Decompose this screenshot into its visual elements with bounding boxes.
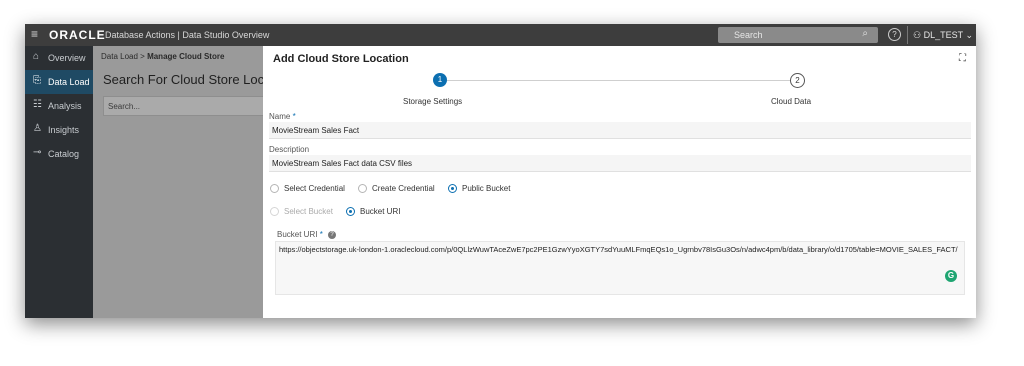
name-label: Name * (269, 112, 296, 121)
background-search-input[interactable]: Search... (103, 96, 265, 116)
user-name: DL_TEST (923, 30, 963, 40)
sidebar-item-overview[interactable]: ⌂ Overview (25, 46, 93, 70)
required-mark: * (292, 112, 296, 121)
sidebar-item-label: Catalog (48, 149, 80, 159)
sidebar-item-insights[interactable]: ♙ Insights (25, 118, 93, 142)
oracle-logo: ORACLE (49, 28, 106, 42)
radio-label: Public Bucket (462, 184, 511, 193)
user-icon: ⚇ (913, 30, 924, 40)
breadcrumb-separator: > (140, 52, 145, 61)
app-window: ≡ ORACLE Database Actions | Data Studio … (25, 24, 976, 318)
sidebar-item-data-load[interactable]: ⎘ Data Load (25, 70, 93, 94)
bucket-uri-label-text: Bucket URI (277, 230, 318, 239)
analysis-icon: ☷ (33, 99, 42, 110)
chevron-down-icon: ⌄ (962, 30, 973, 40)
step-2-indicator[interactable]: 2 (790, 73, 805, 88)
radio-circle-selected (346, 207, 355, 216)
breadcrumb-current: Manage Cloud Store (147, 52, 225, 61)
data-load-icon: ⎘ (33, 75, 41, 86)
help-icon[interactable]: ? (328, 230, 337, 239)
breadcrumb-data-load[interactable]: Data Load (101, 52, 138, 61)
name-field[interactable]: MovieStream Sales Fact (269, 122, 971, 139)
required-mark: * (319, 230, 323, 239)
app-title: Database Actions | Data Studio Overview (105, 30, 270, 40)
help-icon[interactable]: ? (888, 28, 901, 41)
description-value: MovieStream Sales Fact data CSV files (272, 159, 413, 168)
name-value: MovieStream Sales Fact (272, 126, 360, 135)
divider (907, 26, 908, 44)
search-placeholder: Search (734, 30, 763, 40)
expand-icon[interactable]: ⛶ (959, 53, 966, 64)
bucket-uri-textarea[interactable]: https://objectstorage.uk-london-1.oracle… (275, 241, 965, 295)
stepper-line (441, 80, 797, 81)
sidebar-item-label: Data Load (48, 77, 90, 87)
insights-icon: ♙ (33, 123, 42, 134)
add-cloud-store-dialog: Add Cloud Store Location ⛶ 1 2 Storage S… (263, 46, 976, 318)
step-2-label: Cloud Data (771, 97, 812, 106)
radio-circle (358, 184, 367, 193)
breadcrumb: Data Load > Manage Cloud Store (101, 52, 224, 61)
hamburger-menu-icon[interactable]: ≡ (31, 27, 38, 41)
dialog-title: Add Cloud Store Location (273, 53, 409, 65)
radio-label: Select Credential (284, 184, 345, 193)
bucket-uri-label: Bucket URI * ? (277, 230, 337, 239)
catalog-icon: ⊸ (33, 147, 42, 158)
user-menu[interactable]: ⚇ DL_TEST ⌄ (913, 30, 973, 41)
name-label-text: Name (269, 112, 291, 121)
radio-label: Create Credential (372, 184, 435, 193)
sidebar-item-label: Analysis (48, 101, 82, 111)
radio-circle-selected (448, 184, 457, 193)
background-page: Data Load > Manage Cloud Store Search Fo… (93, 46, 275, 318)
step-1-indicator[interactable]: 1 (433, 73, 447, 87)
radio-label: Bucket URI (360, 207, 401, 216)
top-bar: ≡ ORACLE Database Actions | Data Studio … (25, 24, 976, 46)
sidebar-item-analysis[interactable]: ☷ Analysis (25, 94, 93, 118)
sidebar: ⌂ Overview ⎘ Data Load ☷ Analysis ♙ Insi… (25, 46, 93, 318)
bucket-uri-value: https://objectstorage.uk-london-1.oracle… (279, 245, 958, 254)
home-icon: ⌂ (33, 51, 40, 62)
radio-label: Select Bucket (284, 207, 333, 216)
step-1-label: Storage Settings (403, 97, 463, 106)
search-icon[interactable]: ⌕ (862, 28, 868, 39)
description-label: Description (269, 145, 310, 154)
search-placeholder: Search... (108, 102, 141, 111)
grammarly-icon[interactable]: G (945, 270, 957, 282)
global-search-input[interactable]: Search ⌕ (718, 27, 878, 43)
description-field[interactable]: MovieStream Sales Fact data CSV files (269, 155, 971, 172)
page-heading: Search For Cloud Store Locat (103, 72, 275, 87)
radio-circle (270, 207, 279, 216)
sidebar-item-label: Overview (48, 53, 86, 63)
sidebar-item-catalog[interactable]: ⊸ Catalog (25, 142, 93, 166)
radio-circle (270, 184, 279, 193)
sidebar-item-label: Insights (48, 125, 80, 135)
